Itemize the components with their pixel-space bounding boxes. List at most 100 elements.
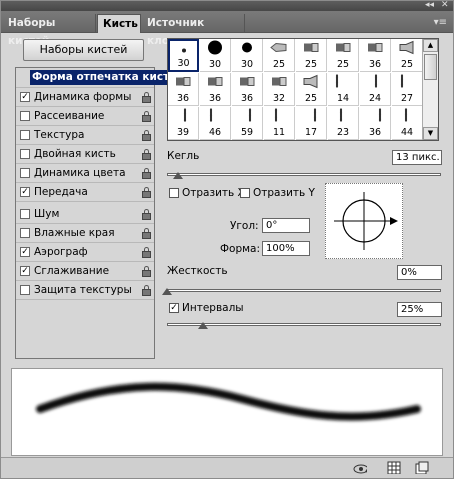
option-label: Форма отпечатка кисти [30,70,179,85]
option-checkbox[interactable] [20,149,30,159]
lock-icon[interactable] [142,247,151,258]
brush-tip[interactable]: 59 [232,107,263,140]
spacing-field[interactable]: 25% [397,302,442,317]
brush-tip[interactable]: 36 [232,73,263,106]
grid-icon[interactable] [387,461,401,474]
scroll-down-icon[interactable]: ▼ [423,127,438,140]
option-checkbox[interactable] [20,130,30,140]
brush-tip[interactable]: 25 [264,39,295,72]
brush-tip-preview-icon [334,74,352,93]
panel-menu-icon[interactable]: ▾≡ [434,17,447,28]
option-shape-dynamics[interactable]: ✓ Динамика формы [16,88,154,107]
lock-icon[interactable] [142,266,151,277]
option-checkbox[interactable] [20,285,30,295]
brush-tip[interactable]: 30 [168,39,199,72]
hardness-slider[interactable] [167,289,441,292]
size-slider-knob[interactable] [173,172,183,179]
spacing-slider[interactable] [167,323,441,326]
brush-tip[interactable]: 24 [360,73,391,106]
lock-icon[interactable] [142,168,151,179]
option-color-dynamics[interactable]: Динамика цвета [16,164,154,183]
flip-y-checkbox[interactable] [240,188,250,198]
option-smoothing[interactable]: ✓ Сглаживание [16,262,154,281]
brush-tip-size: 25 [400,59,414,70]
lock-icon[interactable] [142,209,151,220]
lock-icon[interactable] [142,130,151,141]
brush-tip-preview-icon [270,76,288,91]
flip-x-checkbox[interactable] [169,188,179,198]
size-field[interactable]: 13 пикс. [392,150,442,165]
brush-tip[interactable]: 17 [296,107,327,140]
brush-tip[interactable]: 30 [200,39,231,72]
lock-icon[interactable] [142,187,151,198]
brush-tip-size: 36 [368,127,382,138]
eye-brush-icon[interactable] [353,461,367,474]
option-brush-tip-shape[interactable]: Форма отпечатка кисти [16,68,179,88]
option-checkbox[interactable]: ✓ [20,266,30,276]
brush-tip[interactable]: 14 [328,73,359,106]
brush-tip[interactable]: 36 [200,73,231,106]
brush-tip[interactable]: 27 [392,73,423,106]
scroll-thumb[interactable] [424,54,437,80]
brush-tip[interactable]: 39 [168,107,199,140]
hardness-slider-knob[interactable] [162,288,172,295]
scroll-up-icon[interactable]: ▲ [423,39,438,52]
lock-icon[interactable] [142,92,151,103]
tab-clone-source[interactable]: Источник клонов [142,14,245,47]
option-noise[interactable]: Шум [16,205,154,224]
brush-tip[interactable]: 46 [200,107,231,140]
new-preset-icon[interactable] [415,461,429,474]
brush-grid-scrollbar[interactable]: ▲ ▼ [422,39,438,140]
option-label: Динамика цвета [34,167,126,179]
spacing-slider-knob[interactable] [198,322,208,329]
brush-tip[interactable]: 36 [168,73,199,106]
tab-brush[interactable]: Кисть [97,14,141,33]
option-scattering[interactable]: Рассеивание [16,107,154,126]
option-dual-brush[interactable]: Двойная кисть [16,145,154,164]
option-checkbox[interactable]: ✓ [20,247,30,257]
option-protect-texture[interactable]: Защита текстуры [16,281,154,300]
brush-presets-button[interactable]: Наборы кистей [23,39,144,61]
lock-icon[interactable] [142,228,151,239]
lock-icon[interactable] [142,285,151,296]
brush-tip[interactable]: 44 [392,107,423,140]
brush-tip[interactable]: 32 [264,73,295,106]
option-airbrush[interactable]: ✓ Аэрограф [16,243,154,262]
brush-tip[interactable]: 25 [392,39,423,72]
lock-icon[interactable] [142,149,151,160]
angle-field[interactable]: 0° [262,218,310,233]
lock-icon[interactable] [142,111,151,122]
option-checkbox[interactable] [20,111,30,121]
option-texture[interactable]: Текстура [16,126,154,145]
brush-tip[interactable]: 25 [296,73,327,106]
option-wet-edges[interactable]: Влажные края [16,224,154,243]
option-checkbox[interactable] [20,168,30,178]
brush-tip-preview-icon [302,74,320,92]
collapse-icon[interactable]: ◂◂ [425,0,434,10]
angle-roundness-widget[interactable] [325,183,403,259]
option-checkbox[interactable]: ✓ [20,187,30,197]
hardness-field[interactable]: 0% [397,265,442,280]
brush-tip-size: 32 [272,93,286,104]
option-checkbox[interactable] [20,228,30,238]
brush-tip[interactable]: 36 [360,107,391,140]
brush-tip-preview-icon [239,40,255,59]
option-label: Двойная кисть [34,148,116,160]
brush-tip[interactable]: 25 [296,39,327,72]
option-checkbox[interactable]: ✓ [20,92,30,102]
brush-tip[interactable]: 36 [360,39,391,72]
brush-tip[interactable]: 23 [328,107,359,140]
size-slider[interactable] [167,173,441,176]
option-checkbox[interactable] [20,209,30,219]
brush-tip[interactable]: 11 [264,107,295,140]
close-icon[interactable]: ✕ [441,0,449,10]
spacing-checkbox[interactable]: ✓ [169,303,179,313]
roundness-field[interactable]: 100% [262,241,310,256]
brush-tip-size: 44 [400,127,414,138]
brush-tip-size: 27 [400,93,414,104]
option-transfer[interactable]: ✓ Передача [16,183,154,202]
brush-tip[interactable]: 30 [232,39,263,72]
brush-tip-size: 23 [336,127,350,138]
tab-brush-presets[interactable]: Наборы кистей [3,14,96,47]
brush-tip[interactable]: 25 [328,39,359,72]
